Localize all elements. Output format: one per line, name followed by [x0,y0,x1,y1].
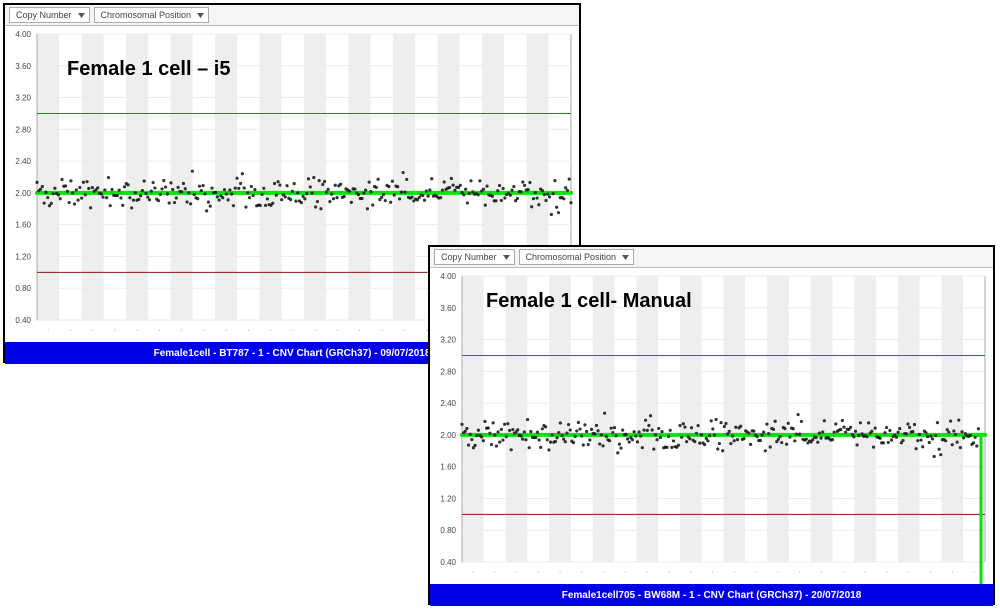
svg-text:·: · [203,327,205,334]
cnv-window-manual: Copy Number Chromosomal Position 0.40 0.8… [428,245,995,605]
dropdown-copy-number[interactable]: Copy Number [434,249,515,265]
svg-text:2.00: 2.00 [440,431,456,440]
svg-text:·: · [755,569,757,576]
svg-text:·: · [908,569,910,576]
svg-text:2.80: 2.80 [440,367,456,376]
footer-text: Female1cell - BT787 - 1 - CNV Chart (GRC… [154,348,431,359]
svg-text:2.00: 2.00 [15,189,31,198]
svg-text:3.60: 3.60 [15,62,31,71]
svg-text:·: · [381,327,383,334]
svg-text:·: · [842,569,844,576]
dropdown-chromosomal-position[interactable]: Chromosomal Position [519,249,635,265]
svg-text:·: · [624,569,626,576]
svg-text:·: · [225,327,227,334]
svg-text:2.40: 2.40 [15,157,31,166]
svg-text:·: · [180,327,182,334]
cnv-plot-manual: 0.40 0.80 1.20 1.60 2.00 2.40 2.80 3.20 3.60 4.00… [430,268,993,584]
svg-text:1.60: 1.60 [440,463,456,472]
svg-text:·: · [668,569,670,576]
window-footer: Female1cell705 - BW68M - 1 - CNV Chart (… [430,584,993,606]
chevron-down-icon [197,13,204,18]
dropdown-chromosomal-position[interactable]: Chromosomal Position [94,7,210,23]
svg-text:·: · [602,569,604,576]
svg-text:1.60: 1.60 [15,221,31,230]
footer-text: Female1cell705 - BW68M - 1 - CNV Chart (… [562,590,862,601]
svg-text:0.40: 0.40 [15,316,31,325]
dropdown-copy-number[interactable]: Copy Number [9,7,90,23]
svg-text:·: · [114,327,116,334]
svg-text:·: · [158,327,160,334]
toolbar: Copy Number Chromosomal Position [430,247,993,268]
svg-text:·: · [247,327,249,334]
svg-text:·: · [136,327,138,334]
svg-text:·: · [864,569,866,576]
svg-text:1.20: 1.20 [440,494,456,503]
dropdown-chrom-pos-label: Chromosomal Position [526,252,617,262]
svg-text:2.40: 2.40 [440,399,456,408]
svg-text:·: · [515,569,517,576]
svg-text:·: · [559,569,561,576]
svg-text:·: · [820,569,822,576]
dropdown-chrom-pos-label: Chromosomal Position [101,10,192,20]
svg-text:1.20: 1.20 [15,252,31,261]
svg-text:3.20: 3.20 [15,94,31,103]
chevron-down-icon [503,255,510,260]
svg-text:·: · [886,569,888,576]
svg-text:·: · [358,327,360,334]
svg-text:·: · [733,569,735,576]
svg-text:·: · [314,327,316,334]
svg-text:·: · [690,569,692,576]
svg-text:·: · [472,569,474,576]
svg-text:4.00: 4.00 [15,30,31,39]
svg-text:3.20: 3.20 [440,336,456,345]
svg-text:·: · [336,327,338,334]
svg-text:·: · [799,569,801,576]
toolbar: Copy Number Chromosomal Position [5,5,579,26]
svg-text:0.40: 0.40 [440,558,456,567]
svg-text:4.00: 4.00 [440,272,456,281]
dropdown-copy-number-label: Copy Number [441,252,497,262]
svg-text:·: · [646,569,648,576]
svg-text:·: · [494,569,496,576]
svg-text:0.80: 0.80 [440,526,456,535]
svg-text:·: · [973,569,975,576]
svg-text:·: · [69,327,71,334]
svg-text:·: · [91,327,93,334]
svg-text:2.80: 2.80 [15,125,31,134]
svg-text:·: · [777,569,779,576]
svg-text:·: · [269,327,271,334]
dropdown-copy-number-label: Copy Number [16,10,72,20]
svg-text:·: · [581,569,583,576]
svg-text:·: · [711,569,713,576]
svg-text:·: · [403,327,405,334]
svg-text:·: · [951,569,953,576]
svg-text:·: · [292,327,294,334]
svg-text:0.80: 0.80 [15,284,31,293]
svg-text:3.60: 3.60 [440,304,456,313]
svg-text:·: · [929,569,931,576]
chevron-down-icon [622,255,629,260]
svg-text:·: · [47,327,49,334]
chevron-down-icon [78,13,85,18]
svg-text:·: · [537,569,539,576]
